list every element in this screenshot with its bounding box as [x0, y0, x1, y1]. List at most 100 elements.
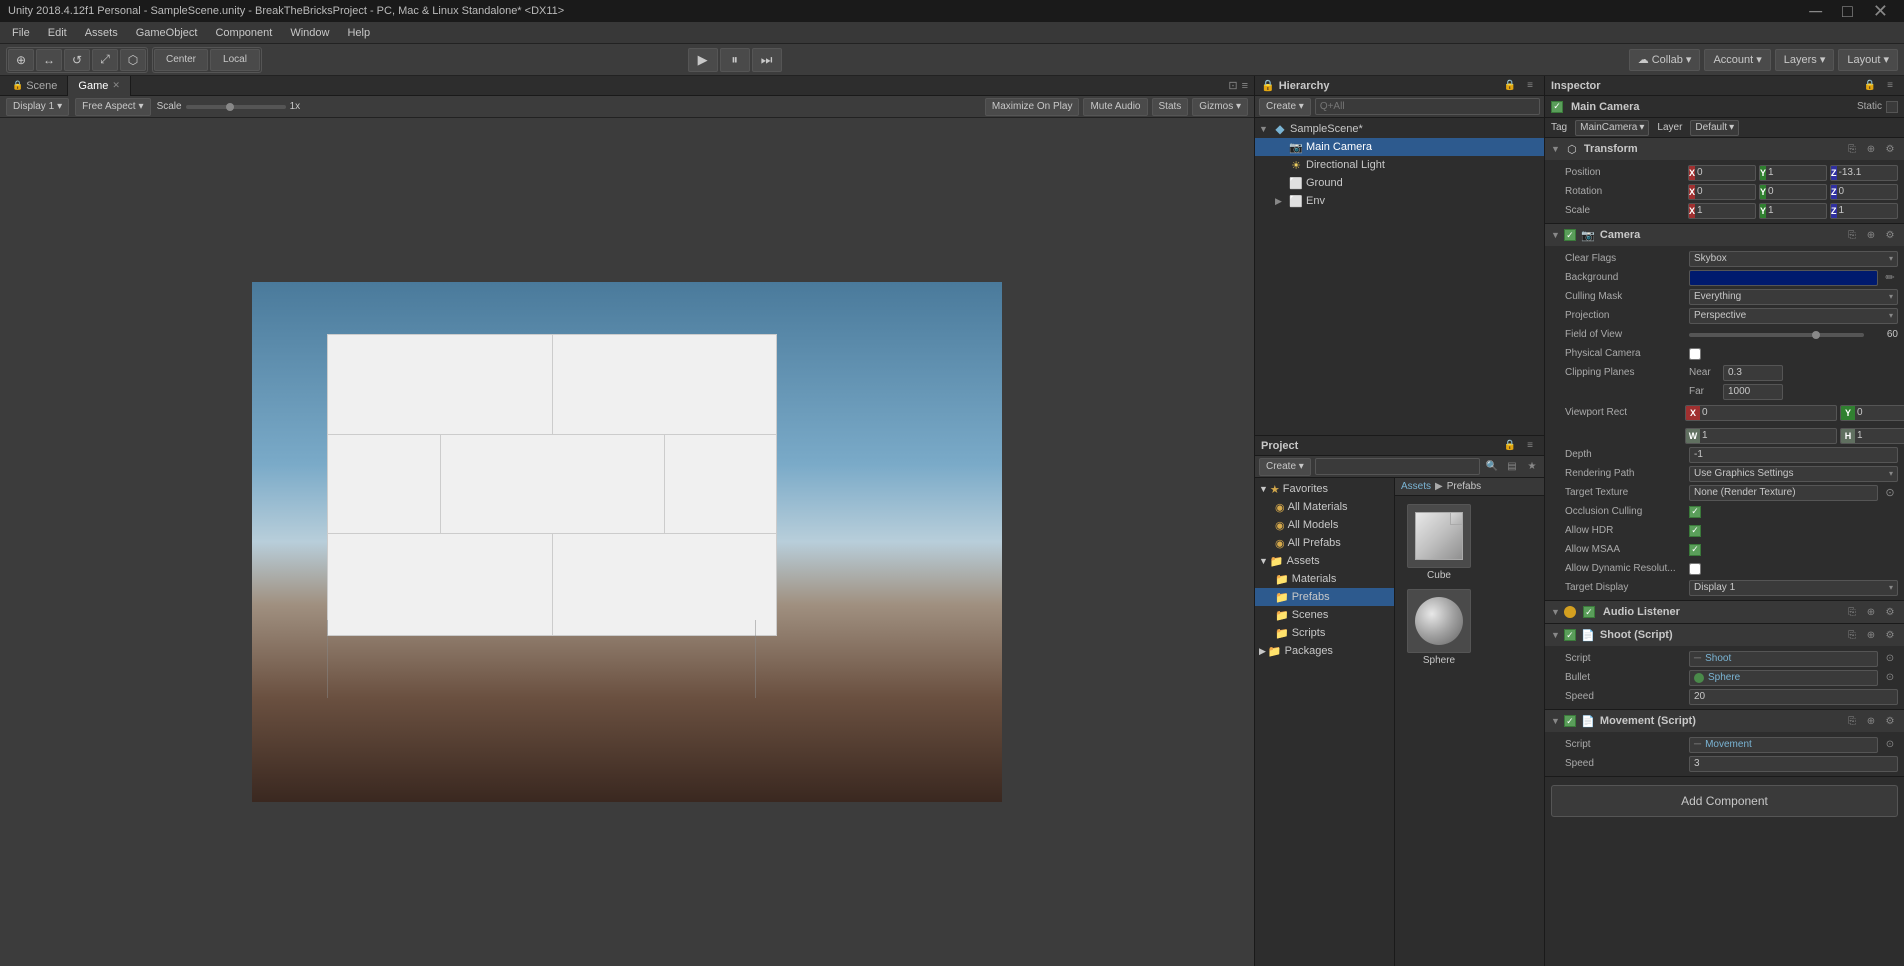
hierarchy-item-dirlight[interactable]: ☀ Directional Light: [1255, 156, 1544, 174]
local-btn[interactable]: Local: [210, 49, 260, 71]
filter-icon[interactable]: ▤: [1504, 459, 1520, 475]
viewport-w-field[interactable]: W: [1685, 428, 1837, 444]
movement-paste-icon[interactable]: ⊕: [1863, 713, 1879, 729]
shoot-settings-icon[interactable]: ⚙: [1882, 627, 1898, 643]
scale-x-field[interactable]: X: [1688, 203, 1756, 219]
rotation-z-field[interactable]: Z: [1830, 184, 1898, 200]
search-icon[interactable]: 🔍: [1484, 459, 1500, 475]
account-btn[interactable]: Account ▾: [1704, 49, 1770, 71]
stats-btn[interactable]: Stats: [1152, 98, 1189, 116]
position-z-input[interactable]: [1837, 167, 1899, 178]
viewport-x-field[interactable]: X: [1685, 405, 1837, 421]
shoot-script-ref[interactable]: ─ Shoot: [1689, 651, 1878, 667]
occlusion-culling-checkbox[interactable]: ✓: [1689, 506, 1701, 518]
audio-paste-icon[interactable]: ⊕: [1863, 604, 1879, 620]
project-item-allprefabs[interactable]: ◉ All Prefabs: [1255, 534, 1394, 552]
scale-z-input[interactable]: [1837, 205, 1899, 216]
hierarchy-create-btn[interactable]: Create ▾: [1259, 98, 1311, 116]
position-y-input[interactable]: [1766, 167, 1827, 178]
project-lock-icon[interactable]: 🔒: [1502, 438, 1518, 454]
gizmos-dropdown[interactable]: Gizmos ▾: [1192, 98, 1248, 116]
physical-camera-checkbox[interactable]: [1689, 348, 1701, 360]
depth-input[interactable]: [1689, 447, 1898, 463]
movement-script-pick-icon[interactable]: ⊙: [1882, 737, 1898, 753]
movement-settings-icon[interactable]: ⚙: [1882, 713, 1898, 729]
hierarchy-lock-icon[interactable]: 🔒: [1502, 78, 1518, 94]
menu-assets[interactable]: Assets: [77, 25, 126, 41]
aspect-dropdown[interactable]: Free Aspect ▾: [75, 98, 150, 116]
tool-translate[interactable]: ↔: [36, 49, 62, 71]
menu-file[interactable]: File: [4, 25, 38, 41]
asset-item-sphere[interactable]: Sphere: [1403, 589, 1475, 666]
scale-x-input[interactable]: [1695, 205, 1756, 216]
breadcrumb-assets[interactable]: Assets: [1401, 481, 1431, 492]
project-item-allmaterials[interactable]: ◉ All Materials: [1255, 498, 1394, 516]
allow-dynamic-checkbox[interactable]: [1689, 563, 1701, 575]
project-item-scripts[interactable]: 📁 Scripts: [1255, 624, 1394, 642]
allow-hdr-checkbox[interactable]: ✓: [1689, 525, 1701, 537]
viewport-h-input[interactable]: [1855, 430, 1904, 441]
hierarchy-item-maincamera[interactable]: 📷 Main Camera: [1255, 138, 1544, 156]
layer-dropdown[interactable]: Default ▾: [1690, 120, 1739, 136]
viewport-h-field[interactable]: H: [1840, 428, 1904, 444]
display-dropdown[interactable]: Display 1 ▾: [6, 98, 69, 116]
step-btn[interactable]: ⏭: [752, 48, 782, 72]
pause-btn[interactable]: ⏸: [720, 48, 750, 72]
project-create-btn[interactable]: Create ▾: [1259, 458, 1311, 476]
rotation-y-input[interactable]: [1766, 186, 1827, 197]
layout-btn[interactable]: Layout ▾: [1838, 49, 1898, 71]
add-component-button[interactable]: Add Component: [1551, 785, 1898, 817]
tab-game[interactable]: Game ✕: [68, 76, 131, 96]
fov-slider[interactable]: [1689, 333, 1864, 337]
project-item-allmodels[interactable]: ◉ All Models: [1255, 516, 1394, 534]
project-menu-icon[interactable]: ≡: [1522, 438, 1538, 454]
transform-paste-icon[interactable]: ⊕: [1863, 141, 1879, 157]
play-btn[interactable]: ▶: [688, 48, 718, 72]
camera-enabled-checkbox[interactable]: ✓: [1564, 229, 1576, 241]
camera-paste-icon[interactable]: ⊕: [1863, 227, 1879, 243]
camera-header[interactable]: ▼ ✓ 📷 Camera ⎘ ⊕ ⚙: [1545, 224, 1904, 246]
position-x-input[interactable]: [1695, 167, 1756, 178]
shoot-script-pick-icon[interactable]: ⊙: [1882, 651, 1898, 667]
clipping-far-input[interactable]: [1723, 384, 1783, 400]
static-checkbox[interactable]: [1886, 101, 1898, 113]
project-item-scenes[interactable]: 📁 Scenes: [1255, 606, 1394, 624]
allow-msaa-checkbox[interactable]: ✓: [1689, 544, 1701, 556]
project-item-prefabs[interactable]: 📁 Prefabs: [1255, 588, 1394, 606]
tab-close-icon[interactable]: ✕: [112, 80, 120, 91]
maximize-on-play-btn[interactable]: Maximize On Play: [985, 98, 1080, 116]
projection-dropdown[interactable]: Perspective ▾: [1689, 308, 1898, 324]
tool-rotate[interactable]: ↺: [64, 49, 90, 71]
movement-enabled-checkbox[interactable]: ✓: [1564, 715, 1576, 727]
layers-btn[interactable]: Layers ▾: [1775, 49, 1835, 71]
viewport-y-input[interactable]: [1855, 407, 1904, 418]
rotation-x-field[interactable]: X: [1688, 184, 1756, 200]
project-item-assets[interactable]: ▼ 📁 Assets: [1255, 552, 1394, 570]
close-btn[interactable]: ✕: [1873, 1, 1888, 22]
star-icon[interactable]: ★: [1524, 459, 1540, 475]
hierarchy-item-samplescene[interactable]: ▼ ◆ SampleScene*: [1255, 120, 1544, 138]
project-item-materials[interactable]: 📁 Materials: [1255, 570, 1394, 588]
rotation-y-field[interactable]: Y: [1759, 184, 1827, 200]
bullet-pick-icon[interactable]: ⊙: [1882, 670, 1898, 686]
target-texture-dropdown[interactable]: None (Render Texture): [1689, 485, 1878, 501]
tab-scene[interactable]: 🔒 Scene: [2, 76, 68, 96]
menu-help[interactable]: Help: [339, 25, 378, 41]
camera-settings-icon[interactable]: ⚙: [1882, 227, 1898, 243]
hierarchy-search-input[interactable]: [1315, 98, 1540, 115]
menu-window[interactable]: Window: [282, 25, 337, 41]
shoot-paste-icon[interactable]: ⊕: [1863, 627, 1879, 643]
maximize-btn[interactable]: □: [1842, 1, 1853, 22]
movement-script-ref[interactable]: ─ Movement: [1689, 737, 1878, 753]
collab-btn[interactable]: ☁ Collab ▾: [1629, 49, 1701, 71]
transform-settings-icon[interactable]: ⚙: [1882, 141, 1898, 157]
shoot-copy-icon[interactable]: ⎘: [1844, 627, 1860, 643]
camera-copy-icon[interactable]: ⎘: [1844, 227, 1860, 243]
panel-maximize-icon[interactable]: ⊡: [1228, 79, 1237, 92]
rotation-z-input[interactable]: [1837, 186, 1899, 197]
clear-flags-dropdown[interactable]: Skybox ▾: [1689, 251, 1898, 267]
center-btn[interactable]: Center: [154, 49, 208, 71]
scale-slider[interactable]: [186, 105, 286, 109]
movement-copy-icon[interactable]: ⎘: [1844, 713, 1860, 729]
hierarchy-menu-icon[interactable]: ≡: [1522, 78, 1538, 94]
